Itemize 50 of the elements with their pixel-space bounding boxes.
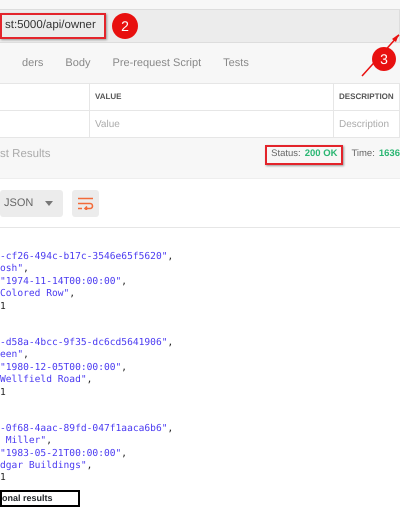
pointer-arrow xyxy=(361,33,400,77)
json-string: osh" xyxy=(0,263,24,274)
url-text: st:5000/api/owner xyxy=(0,13,106,39)
request-tab[interactable]: Tests xyxy=(223,54,249,72)
json-string: Wellfield Road" xyxy=(0,374,87,386)
json-string: "1983-05-21T00:00:00" xyxy=(0,448,122,459)
column-header: VALUE xyxy=(90,84,334,111)
json-punctuation: , xyxy=(121,448,128,459)
wrap-button[interactable] xyxy=(72,190,99,216)
wrap-lines-icon xyxy=(77,196,94,210)
caption-text: onal results xyxy=(0,490,80,507)
json-punctuation: , xyxy=(46,435,52,446)
json-string: "1980-12-05T00:00:00" xyxy=(0,362,122,373)
column-header: DESCRIPTION xyxy=(334,84,400,111)
placeholder-text[interactable]: Value xyxy=(90,111,334,138)
json-number: 1 xyxy=(0,300,6,312)
json-string: -0f68-4aac-89fd-047f1aaca6b6" xyxy=(0,422,168,434)
json-punctuation: , xyxy=(86,460,92,472)
request-tab[interactable]: Pre-request Script xyxy=(112,54,202,72)
json-punctuation: , xyxy=(168,422,174,434)
request-tab[interactable]: Body xyxy=(65,54,90,72)
json-number: 1 xyxy=(0,386,6,398)
json-punctuation: , xyxy=(168,251,174,262)
json-string: Colored Row" xyxy=(0,288,70,300)
json-punctuation: , xyxy=(69,288,76,300)
json-string: Miller" xyxy=(4,435,46,446)
url-bar[interactable]: st:5000/api/owner 2 xyxy=(0,9,400,43)
json-punctuation: , xyxy=(23,263,29,274)
json-punctuation: , xyxy=(168,336,174,348)
json-number: 1 xyxy=(0,472,6,484)
time-value: 1636 xyxy=(378,147,400,162)
json-string: dgar Buildings" xyxy=(0,460,87,472)
json-punctuation: , xyxy=(121,276,128,287)
status-label: Status: xyxy=(271,147,301,162)
format-dropdown[interactable]: JSON xyxy=(0,190,63,216)
test-results-tab[interactable]: st Results xyxy=(0,146,50,164)
request-tab[interactable]: ders xyxy=(22,54,44,72)
json-string: "1974-11-14T00:00:00" xyxy=(0,276,122,287)
json-string: -cf26-494c-b17c-3546e65f5620" xyxy=(0,251,168,262)
callout-marker: 3 xyxy=(372,47,396,71)
json-string: -d58a-4bcc-9f35-dc6cd5641906" xyxy=(0,336,168,348)
json-string: een" xyxy=(0,349,24,360)
json-punctuation: , xyxy=(86,374,92,386)
json-punctuation: , xyxy=(121,362,128,373)
placeholder-text[interactable]: Description xyxy=(334,111,400,138)
caret-icon xyxy=(45,200,53,206)
callout-marker: 2 xyxy=(112,13,138,39)
status-value: 200 OK xyxy=(304,147,338,162)
json-punctuation: , xyxy=(23,349,29,360)
time-label: Time: xyxy=(351,147,375,162)
